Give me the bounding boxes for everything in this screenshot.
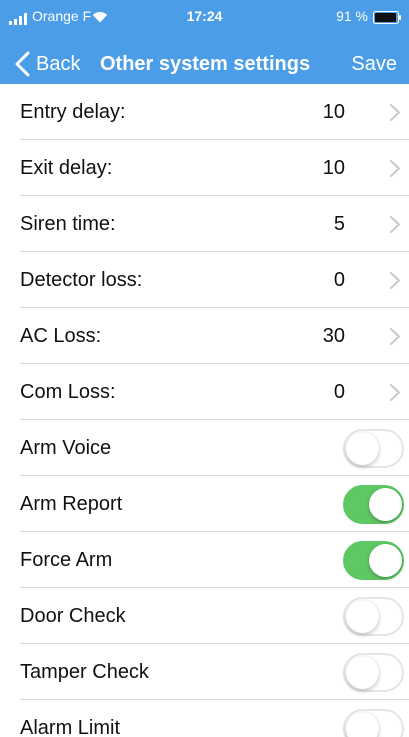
toggle-knob	[369, 488, 402, 521]
setting-label: Alarm Limit	[20, 717, 121, 737]
toggle-knob	[346, 656, 379, 689]
setting-label: Entry delay:	[20, 101, 126, 123]
arm-voice-row: Arm Voice	[0, 420, 409, 476]
setting-label: Tamper Check	[20, 661, 149, 683]
toggle-knob	[346, 600, 379, 633]
ac-loss-row[interactable]: AC Loss: 30	[0, 308, 409, 364]
setting-value: 10	[322, 157, 345, 179]
settings-list: Entry delay: 10 Exit delay: 10 Siren tim…	[0, 84, 409, 737]
chevron-right-icon	[390, 216, 400, 233]
battery-icon	[373, 11, 401, 24]
chevron-right-icon	[390, 272, 400, 289]
setting-value: 5	[333, 213, 345, 235]
toggle-knob	[346, 432, 379, 465]
com-loss-row[interactable]: Com Loss: 0	[0, 364, 409, 420]
app-header: Orange F 17:24 91 % Back Other system se…	[0, 0, 409, 93]
toggle-knob	[369, 544, 402, 577]
setting-label: Door Check	[20, 605, 126, 627]
back-label: Back	[36, 53, 81, 75]
chevron-right-icon	[390, 160, 400, 177]
setting-value: 0	[333, 381, 345, 403]
setting-value: 30	[322, 325, 345, 347]
exit-delay-row[interactable]: Exit delay: 10	[0, 140, 409, 196]
save-button[interactable]: Save	[351, 49, 397, 79]
siren-time-row[interactable]: Siren time: 5	[0, 196, 409, 252]
tamper-check-toggle[interactable]	[343, 653, 404, 692]
setting-value: 0	[333, 269, 345, 291]
setting-label: Siren time:	[20, 213, 116, 235]
alarm-limit-toggle[interactable]	[343, 709, 404, 737]
entry-delay-row[interactable]: Entry delay: 10	[0, 84, 409, 140]
setting-value: 10	[322, 101, 345, 123]
battery-percentage: 91 %	[336, 8, 368, 24]
setting-label: Arm Voice	[20, 437, 112, 459]
chevron-right-icon	[390, 384, 400, 401]
door-check-row: Door Check	[0, 588, 409, 644]
door-check-toggle[interactable]	[343, 597, 404, 636]
chevron-right-icon	[390, 104, 400, 121]
setting-label: Detector loss:	[20, 269, 143, 291]
status-bar: Orange F 17:24 91 %	[0, 0, 409, 34]
setting-label: Com Loss:	[20, 381, 116, 403]
page-title: Other system settings	[100, 53, 311, 75]
arm-report-row: Arm Report	[0, 476, 409, 532]
arm-report-toggle[interactable]	[343, 485, 404, 524]
force-arm-row: Force Arm	[0, 532, 409, 588]
alarm-limit-row: Alarm Limit	[0, 700, 409, 737]
chevron-right-icon	[390, 328, 400, 345]
setting-label: Force Arm	[20, 549, 113, 571]
back-button[interactable]: Back	[13, 49, 80, 79]
setting-label: Exit delay:	[20, 157, 113, 179]
detector-loss-row[interactable]: Detector loss: 0	[0, 252, 409, 308]
setting-label: AC Loss:	[20, 325, 102, 347]
setting-label: Arm Report	[20, 493, 123, 515]
toggle-knob	[346, 712, 379, 737]
force-arm-toggle[interactable]	[343, 541, 404, 580]
tamper-check-row: Tamper Check	[0, 644, 409, 700]
arm-voice-toggle[interactable]	[343, 429, 404, 468]
chevron-left-icon	[15, 51, 30, 77]
